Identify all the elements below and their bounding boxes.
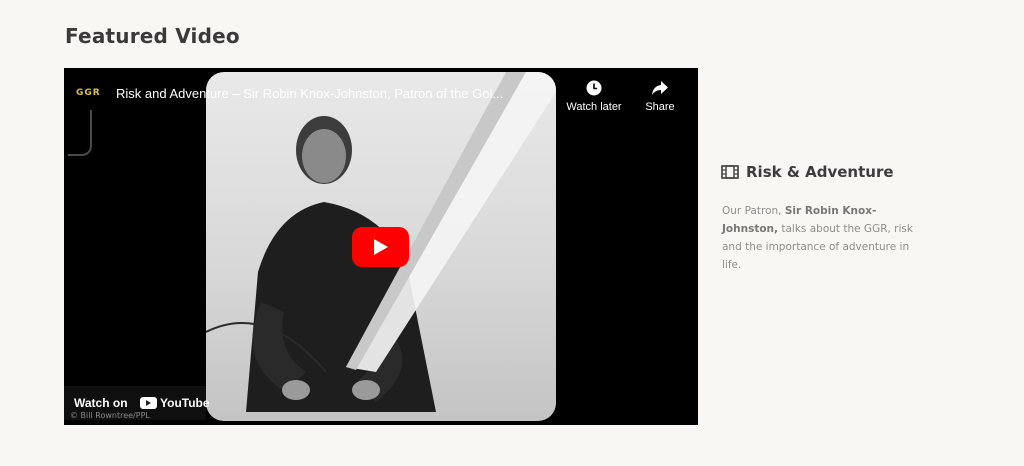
youtube-label: YouTube	[160, 396, 210, 410]
youtube-logo-icon	[140, 397, 157, 409]
play-button[interactable]	[352, 227, 409, 267]
share-label: Share	[645, 101, 675, 113]
film-icon	[721, 165, 739, 179]
watch-on-label: Watch on	[74, 396, 128, 410]
share-button[interactable]: Share	[638, 80, 682, 113]
share-arrow-icon	[652, 81, 668, 95]
play-icon	[374, 239, 388, 255]
section-title: Featured Video	[65, 24, 240, 48]
frame-bracket	[68, 110, 92, 156]
channel-logo[interactable]: GGR	[76, 88, 101, 98]
video-player[interactable]: GGR Risk and Adventure – Sir Robin Knox-…	[64, 68, 698, 425]
info-description: Our Patron, Sir Robin Knox-Johnston, tal…	[722, 202, 917, 274]
info-body-prefix: Our Patron,	[722, 205, 785, 217]
watch-later-button[interactable]: Watch later	[562, 80, 626, 113]
info-title: Risk & Adventure	[746, 163, 894, 181]
watch-later-label: Watch later	[566, 101, 622, 113]
video-title[interactable]: Risk and Adventure – Sir Robin Knox-John…	[116, 86, 556, 101]
photo-credit: © Bill Rowntree/PPL	[70, 411, 150, 420]
clock-icon	[586, 80, 602, 96]
